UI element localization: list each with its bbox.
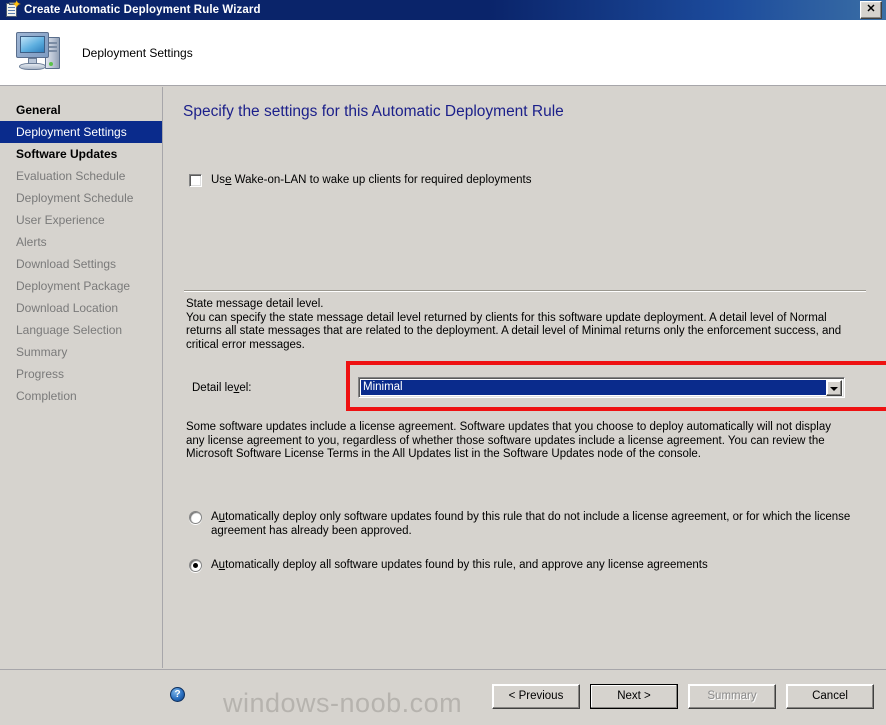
wake-on-lan-label-pre: Us (211, 174, 226, 186)
detail-level-dropdown[interactable]: Minimal (358, 377, 845, 398)
header-title: Deployment Settings (82, 45, 193, 60)
sidebar-item-deployment-package[interactable]: Deployment Package (0, 275, 162, 297)
chevron-down-icon[interactable] (826, 379, 842, 396)
sidebar-item-language-selection[interactable]: Language Selection (0, 319, 162, 341)
wizard-footer: ? windows-noob.com < Previous Next > Sum… (0, 669, 886, 725)
sidebar-item-software-updates[interactable]: Software Updates (0, 143, 162, 165)
previous-button[interactable]: < Previous (492, 684, 580, 709)
sidebar-item-summary[interactable]: Summary (0, 341, 162, 363)
deploy-option-1-label-pre: A (211, 511, 219, 523)
wizard-step-list: General Deployment Settings Software Upd… (0, 87, 163, 668)
help-glyph: ? (174, 689, 181, 700)
summary-button: Summary (688, 684, 776, 709)
wizard-clipboard-icon: ✦ (4, 0, 21, 18)
sidebar-item-download-settings[interactable]: Download Settings (0, 253, 162, 275)
deploy-option-all-updates-row[interactable]: Automatically deploy all software update… (189, 558, 873, 572)
detail-level-selected-value: Minimal (361, 380, 826, 395)
sidebar-item-evaluation-schedule[interactable]: Evaluation Schedule (0, 165, 162, 187)
close-button[interactable]: ✕ (860, 1, 882, 19)
deploy-option-all-updates-radio[interactable] (189, 559, 202, 572)
wizard-button-bar: < Previous Next > Summary Cancel (492, 684, 874, 709)
sidebar-item-completion[interactable]: Completion (0, 385, 162, 407)
wake-on-lan-label: Use Wake-on-LAN to wake up clients for r… (211, 173, 531, 187)
window-title: Create Automatic Deployment Rule Wizard (24, 4, 261, 16)
next-button[interactable]: Next > (590, 684, 678, 709)
deploy-option-1-label-post: tomatically deploy only software updates… (211, 511, 851, 537)
wake-on-lan-checkbox[interactable] (189, 174, 202, 187)
state-message-description: State message detail level. You can speci… (186, 298, 842, 351)
deploy-option-no-license-radio[interactable] (189, 511, 202, 524)
detail-level-label: Detail level: (192, 382, 358, 394)
sidebar-item-general[interactable]: General (0, 99, 162, 121)
detail-level-label-pre: Detail le (192, 381, 234, 394)
deploy-option-all-updates-label: Automatically deploy all software update… (211, 558, 873, 572)
watermark-text: windows-noob.com (223, 688, 463, 718)
detail-level-row: Detail level: Minimal (192, 377, 845, 398)
close-icon: ✕ (866, 3, 876, 15)
sidebar-item-download-location[interactable]: Download Location (0, 297, 162, 319)
license-agreement-description: Some software updates include a license … (186, 421, 832, 460)
deploy-option-2-label-pre: A (211, 559, 219, 571)
detail-level-label-post: el: (239, 381, 252, 394)
page-title: Specify the settings for this Automatic … (183, 103, 564, 120)
deploy-option-no-license-label: Automatically deploy only software updat… (211, 510, 873, 538)
section-divider (184, 290, 866, 292)
help-question-icon[interactable]: ? (170, 687, 185, 702)
title-bar: ✦ Create Automatic Deployment Rule Wizar… (0, 0, 886, 20)
wake-on-lan-checkbox-row[interactable]: Use Wake-on-LAN to wake up clients for r… (189, 173, 531, 187)
sidebar-item-deployment-schedule[interactable]: Deployment Schedule (0, 187, 162, 209)
sidebar-item-progress[interactable]: Progress (0, 363, 162, 385)
sidebar-item-deployment-settings[interactable]: Deployment Settings (0, 121, 162, 143)
wake-on-lan-label-post: Wake-on-LAN to wake up clients for requi… (231, 174, 532, 186)
wizard-header: Deployment Settings (0, 20, 886, 86)
wizard-window: ✦ Create Automatic Deployment Rule Wizar… (0, 0, 886, 725)
wizard-content-pane: Specify the settings for this Automatic … (164, 87, 886, 668)
computer-icon (14, 29, 68, 77)
cancel-button[interactable]: Cancel (786, 684, 874, 709)
deploy-option-no-license-row[interactable]: Automatically deploy only software updat… (189, 510, 873, 538)
sidebar-item-alerts[interactable]: Alerts (0, 231, 162, 253)
deploy-option-2-label-post: tomatically deploy all software updates … (225, 559, 708, 571)
sidebar-item-user-experience[interactable]: User Experience (0, 209, 162, 231)
